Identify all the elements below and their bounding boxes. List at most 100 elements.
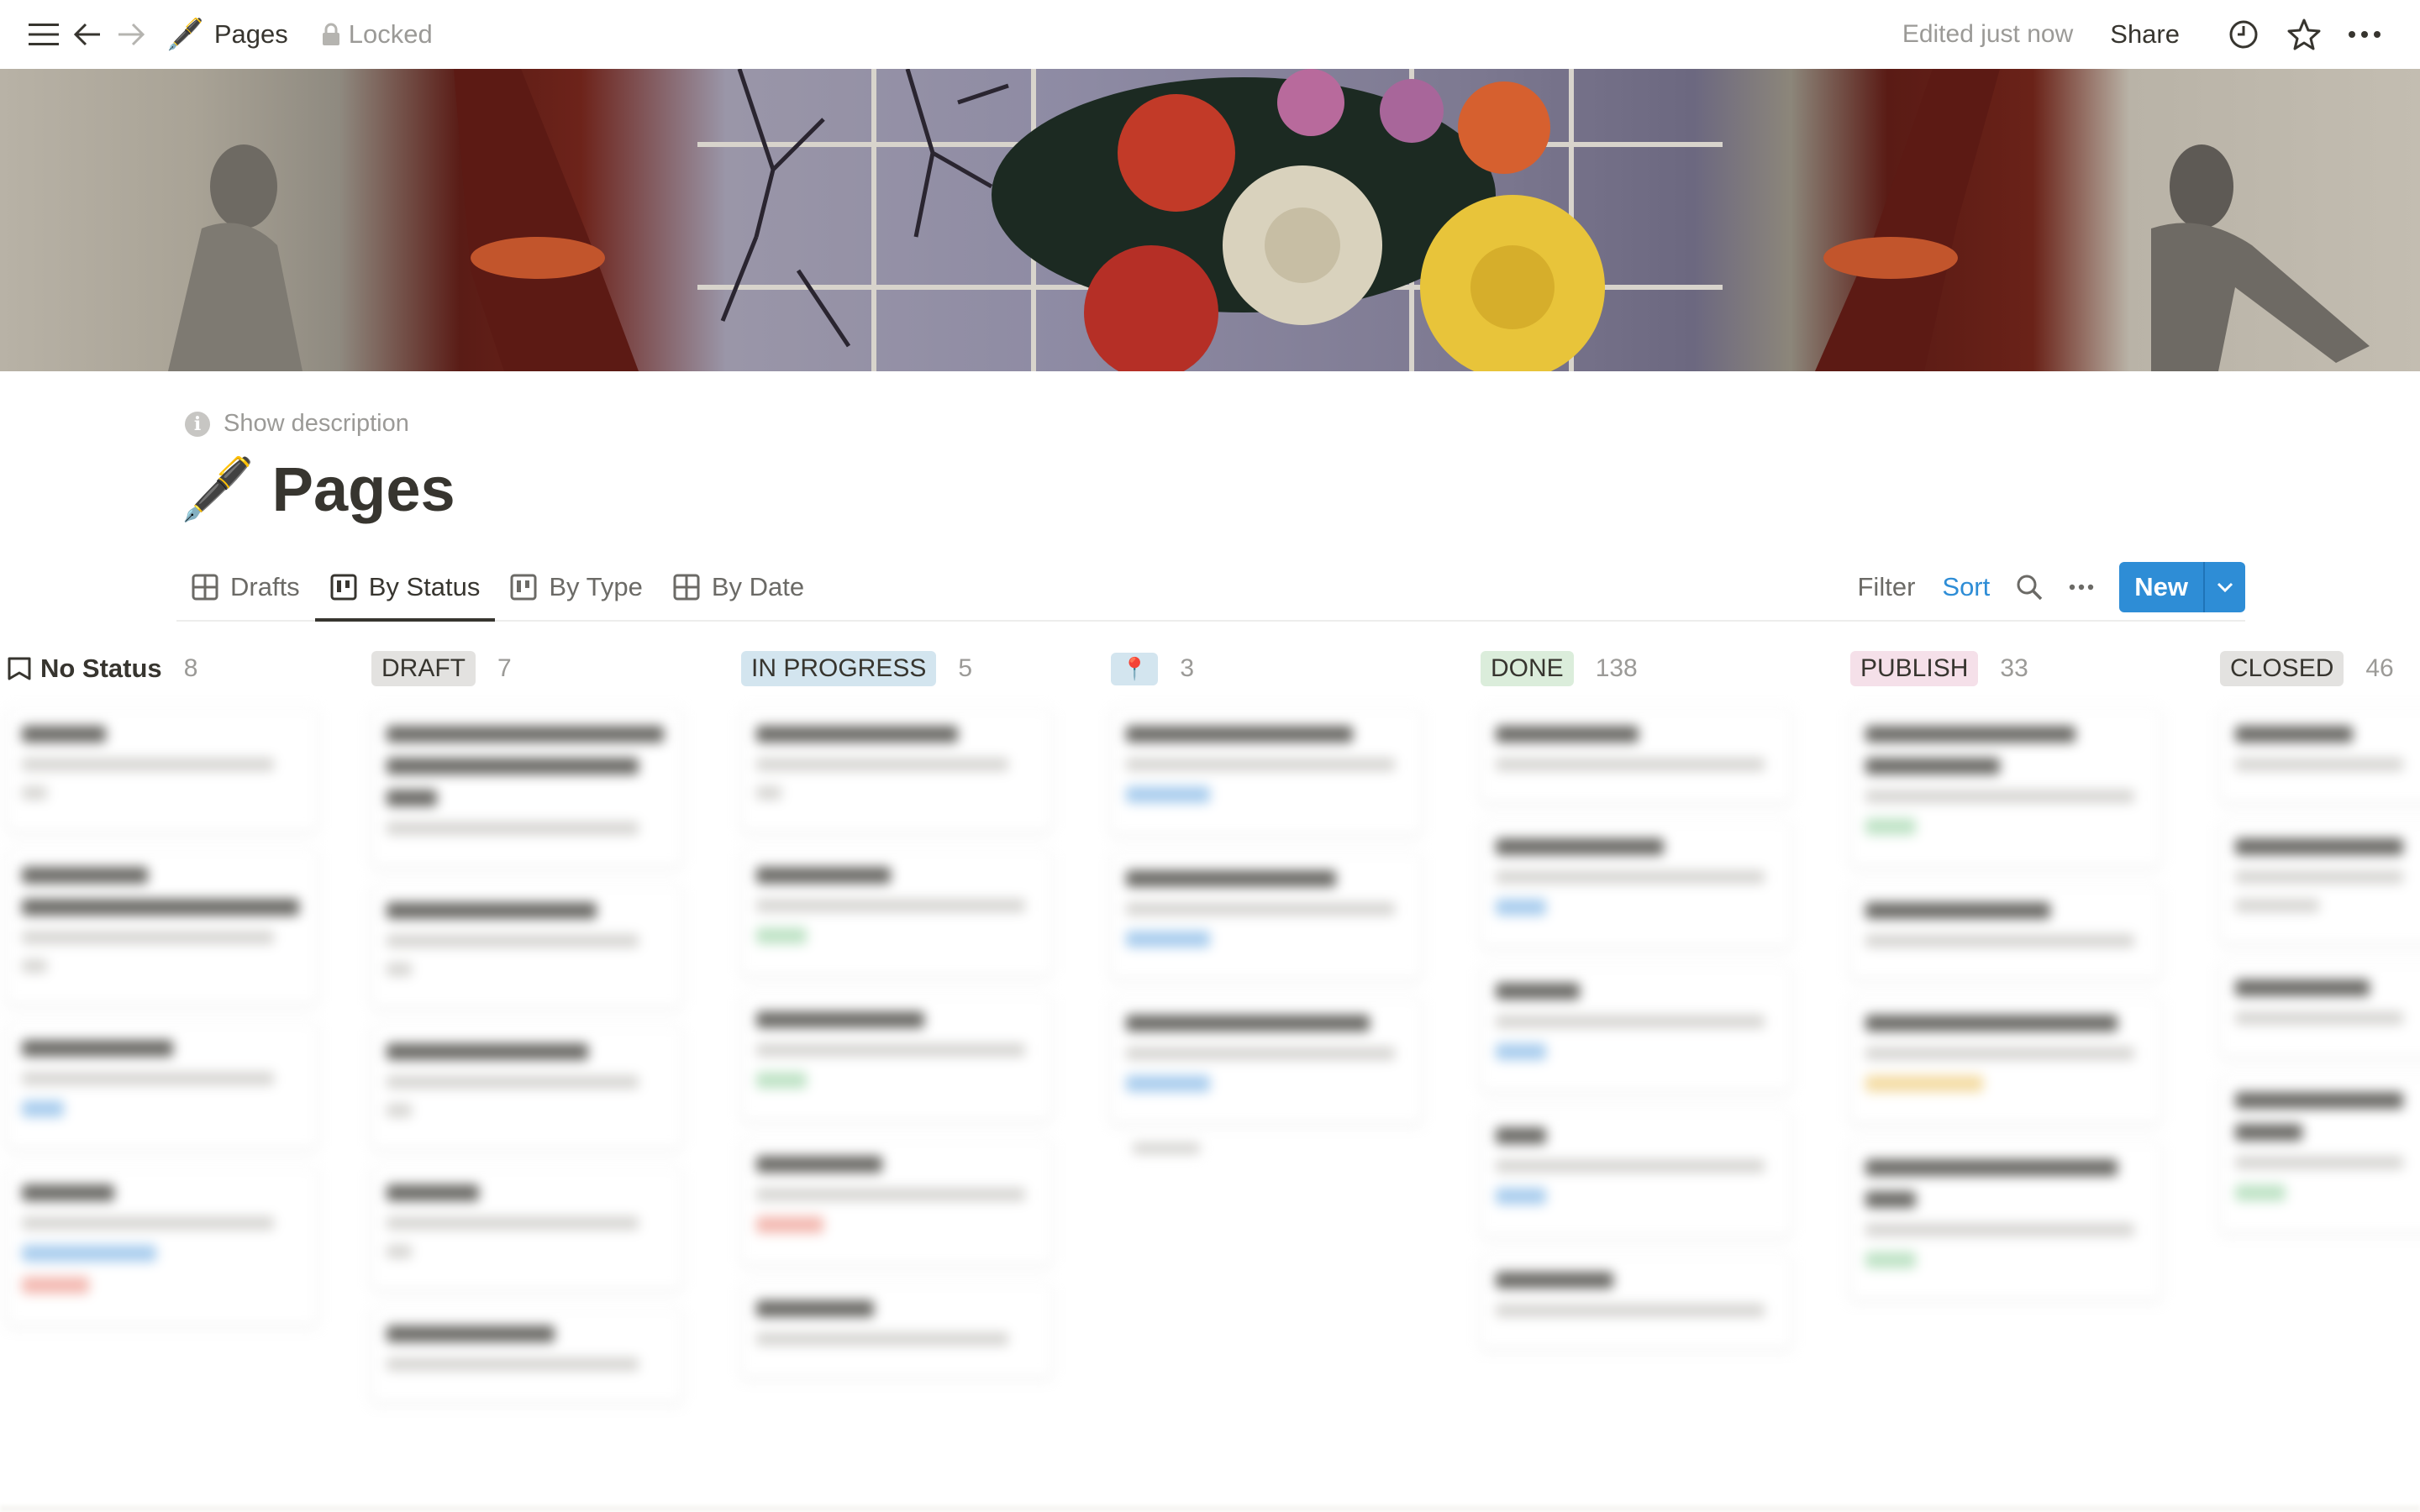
board-card[interactable] (2220, 822, 2420, 944)
top-bar: 🖋️ Pages Locked Edited just now Share (0, 0, 2420, 69)
more-options-icon[interactable] (2346, 16, 2383, 53)
board-card[interactable] (1111, 709, 1422, 835)
board-card[interactable] (1850, 1142, 2161, 1300)
column-header[interactable]: PUBLISH 33 (1850, 647, 2028, 690)
column-header[interactable]: IN PROGRESS 5 (741, 647, 972, 690)
column-header[interactable]: DONE 138 (1481, 647, 1638, 690)
lock-icon (322, 23, 339, 45)
board-card[interactable] (1481, 822, 1791, 948)
table-icon (192, 574, 218, 601)
board-card[interactable] (7, 709, 318, 832)
board-card[interactable] (1481, 709, 1791, 803)
board-card[interactable] (741, 850, 1052, 976)
board-column-done: DONE 138 (1481, 638, 1817, 1512)
more-view-options-icon[interactable] (2069, 584, 2094, 591)
tab-label: Drafts (230, 572, 300, 601)
locked-indicator[interactable]: Locked (322, 19, 433, 50)
column-count: 7 (497, 654, 512, 682)
board-card[interactable] (7, 850, 318, 1005)
inbox-icon (8, 657, 31, 680)
new-button[interactable]: New (2119, 562, 2203, 612)
board-card[interactable] (371, 1026, 682, 1149)
column-count: 138 (1595, 654, 1638, 682)
card-list (7, 709, 343, 1344)
star-favorite-icon[interactable] (2286, 16, 2323, 53)
board-card[interactable] (1481, 1110, 1791, 1236)
column-count: 3 (1180, 654, 1195, 682)
filter-button[interactable]: Filter (1858, 572, 1916, 602)
page-emoji-icon[interactable]: 🖋️ (180, 454, 255, 525)
card-list (371, 709, 708, 1421)
board-card[interactable] (1850, 885, 2161, 979)
board-card[interactable] (1111, 853, 1422, 979)
status-tag: DRAFT (371, 651, 476, 686)
board-card[interactable] (741, 1139, 1052, 1265)
board-card[interactable] (1481, 1255, 1791, 1349)
tab-label: By Status (368, 572, 481, 601)
show-description-button[interactable]: i Show description (185, 410, 409, 438)
tab-by-status[interactable]: By Status (314, 554, 496, 622)
tab-drafts[interactable]: Drafts (176, 554, 315, 620)
board-card[interactable] (371, 1168, 682, 1290)
column-header[interactable]: No Status 8 (7, 647, 197, 690)
column-header[interactable]: 📍 3 (1111, 647, 1194, 690)
board-card[interactable] (1850, 709, 2161, 867)
board-card[interactable] (371, 1309, 682, 1403)
board-card[interactable] (741, 995, 1052, 1121)
board-column-draft: DRAFT 7 (371, 638, 708, 1512)
breadcrumb-page-title[interactable]: Pages (214, 19, 288, 50)
board-column-pinned: 📍 3 (1111, 638, 1447, 1512)
board-column-in-progress: IN PROGRESS 5 (741, 638, 1077, 1512)
board-column-closed: CLOSED 46 (2220, 638, 2420, 1512)
board-card[interactable] (7, 1023, 318, 1149)
board-card[interactable] (741, 709, 1052, 832)
new-card-placeholder[interactable] (1133, 1142, 1200, 1154)
new-button-group: New (2119, 562, 2245, 612)
status-tag: IN PROGRESS (741, 651, 937, 686)
database-view-bar: Drafts By Status By Type By Date Filter … (176, 554, 2245, 622)
card-list (741, 709, 1077, 1396)
board-card[interactable] (1481, 966, 1791, 1092)
forward-arrow-icon[interactable] (113, 16, 150, 53)
board-card[interactable] (2220, 1075, 2420, 1233)
column-label: No Status (40, 654, 162, 683)
board-footer-row (0, 1505, 2420, 1512)
card-list (2220, 709, 2420, 1252)
board-card[interactable] (371, 709, 682, 867)
search-icon[interactable] (2015, 573, 2044, 601)
breadcrumb-emoji-icon[interactable]: 🖋️ (166, 17, 204, 52)
tab-by-type[interactable]: By Type (495, 554, 657, 620)
share-button[interactable]: Share (2110, 19, 2180, 50)
status-tag: DONE (1481, 651, 1574, 686)
back-arrow-icon[interactable] (69, 16, 106, 53)
board-icon (330, 574, 357, 601)
column-count: 8 (183, 654, 198, 682)
clock-history-icon[interactable] (2225, 16, 2262, 53)
board-card[interactable] (741, 1284, 1052, 1378)
column-count: 46 (2365, 654, 2394, 682)
hamburger-menu-icon[interactable] (25, 16, 62, 53)
pushpin-status-tag-icon: 📍 (1111, 652, 1159, 685)
board-card[interactable] (1850, 998, 2161, 1124)
info-icon: i (185, 411, 210, 437)
board-card[interactable] (1111, 998, 1422, 1124)
cover-image[interactable] (0, 69, 2420, 371)
tab-by-date[interactable]: By Date (658, 554, 819, 620)
column-header[interactable]: DRAFT 7 (371, 647, 512, 690)
column-header[interactable]: CLOSED 46 (2220, 647, 2394, 690)
board-card[interactable] (2220, 709, 2420, 803)
page-heading: 🖋️ Pages (180, 454, 455, 525)
page-title[interactable]: Pages (272, 454, 455, 525)
board-column-publish: PUBLISH 33 (1850, 638, 2186, 1512)
board-card[interactable] (371, 885, 682, 1008)
tab-label: By Date (711, 572, 805, 601)
board-card[interactable] (7, 1168, 318, 1326)
kanban-board: No Status 8 DRAFT 7 IN PROGRESS 5 📍 3 DO… (0, 638, 2420, 1512)
card-list (1481, 709, 1817, 1368)
locked-label: Locked (348, 19, 433, 49)
board-column-no-status: No Status 8 (7, 638, 343, 1512)
sort-button[interactable]: Sort (1942, 572, 1990, 602)
board-card[interactable] (2220, 963, 2420, 1057)
table-icon (673, 574, 700, 601)
new-dropdown-chevron-down-icon[interactable] (2203, 562, 2245, 612)
